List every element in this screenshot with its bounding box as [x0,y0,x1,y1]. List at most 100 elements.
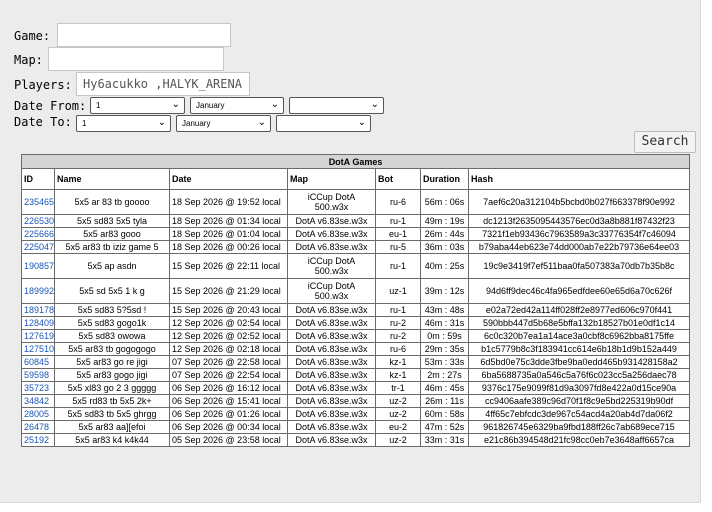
date-from-year-select[interactable]: ⌄ [289,97,384,114]
game-map-cell: DotA v6.83se.w3x [287,303,376,317]
game-duration-cell: 0m : 59s [420,329,469,343]
game-date-cell: 12 Sep 2026 @ 02:52 local [169,329,288,343]
game-date-cell: 18 Sep 2026 @ 00:26 local [169,240,288,254]
game-id-link[interactable]: 127510 [21,342,55,356]
game-name-cell: 5x5 ar83 k4 k4k44 [54,433,170,447]
table-row: 26478 5x5 ar83 aa][efoi 06 Sep 2026 @ 00:3… [21,420,691,434]
game-map-cell: DotA v6.83se.w3x [287,316,376,330]
game-id-link[interactable]: 60845 [21,355,55,369]
game-date-cell: 18 Sep 2026 @ 19:52 local [169,189,288,215]
game-label: Game: [14,29,51,43]
game-map-cell: DotA v6.83se.w3x [287,368,376,382]
game-map-cell: DotA v6.83se.w3x [287,433,376,447]
game-bot-cell: ru-1 [375,214,421,228]
game-name-cell: 5x5 ar83 go re jigi [54,355,170,369]
game-date-cell: 18 Sep 2026 @ 01:04 local [169,227,288,241]
game-date-cell: 06 Sep 2026 @ 00:34 local [169,420,288,434]
game-id-link[interactable]: 127619 [21,329,55,343]
game-id-link[interactable]: 190857 [21,253,55,279]
game-name-cell: 5x5 xl83 go 2 3 ggggg [54,381,170,395]
game-map-cell: iCCup DotA 500.w3x [287,253,376,279]
game-bot-cell: ru-2 [375,316,421,330]
date-to-day-select[interactable]: 1 ⌄ [76,115,171,132]
game-hash-cell: 6c0c320b7ea1a14ace3a0cbf8c6962bba8175ffe [467,329,691,343]
game-hash-cell: 19c9e3419f7ef511baa0fa507383a70db7b35b8c [467,253,691,279]
game-id-link[interactable]: 128409 [21,316,55,330]
players-input[interactable]: Hy6acukko ,HALYK_ARENA [76,72,250,96]
game-hash-cell: 6ba5688735a0a546c5a76f6c023cc5a256daec78 [467,368,691,382]
game-hash-cell: 590bbb447d5b68e5bffa132b18527b01e0df1c14 [467,316,691,330]
game-id-link[interactable]: 28005 [21,407,55,421]
game-duration-cell: 26m : 11s [420,394,469,408]
game-duration-cell: 39m : 12s [420,278,469,304]
game-duration-cell: 29m : 35s [420,342,469,356]
game-bot-cell: eu-2 [375,420,421,434]
game-hash-cell: b1c5779b8c3f183941cc614e6b18b1d9b152a449 [467,342,691,356]
date-from-label: Date From: [14,99,87,113]
game-date-cell: 12 Sep 2026 @ 02:18 local [169,342,288,356]
date-from-day-select[interactable]: 1 ⌄ [90,97,185,114]
game-hash-cell: cc9406aafe389c96d70f1f8c9e5bd225319b90df [467,394,691,408]
search-button[interactable]: Search [634,131,696,153]
table-row: 34842 5x5 rd83 tb 5x5 2k+ 06 Sep 2026 @ 15… [21,394,691,408]
game-id-link[interactable]: 34842 [21,394,55,408]
game-map-cell: DotA v6.83se.w3x [287,227,376,241]
date-to-month-select[interactable]: January ⌄ [176,115,271,132]
game-name-cell: 5x5 ap asdn [54,253,170,279]
game-date-cell: 06 Sep 2026 @ 01:26 local [169,407,288,421]
table-row: 190857 5x5 ap asdn 15 Sep 2026 @ 22:11 loc… [21,253,691,279]
chevron-down-icon: ⌄ [270,99,279,110]
column-header-date: Date [169,168,288,190]
column-header-hash: Hash [467,168,691,190]
game-name-cell: 5x5 sd83 gogo1k [54,316,170,330]
game-bot-cell: uz-2 [375,407,421,421]
game-date-cell: 07 Sep 2026 @ 22:54 local [169,368,288,382]
chevron-down-icon: ⌄ [171,99,180,110]
map-label: Map: [14,53,43,67]
table-caption: DotA Games [20,154,691,169]
table-row: 59598 5x5 ar83 gogo jigi 07 Sep 2026 @ 22:… [21,368,691,382]
game-name-cell: 5x5 ar83 gooo [54,227,170,241]
game-id-link[interactable]: 59598 [21,368,55,382]
game-date-cell: 18 Sep 2026 @ 01:34 local [169,214,288,228]
table-row: 235465 5x5 ar 83 tb goooo 18 Sep 2026 @ 19… [21,189,691,215]
game-duration-cell: 46m : 45s [420,381,469,395]
game-id-link[interactable]: 225047 [21,240,55,254]
game-bot-cell: uz-2 [375,394,421,408]
game-date-cell: 05 Sep 2026 @ 23:58 local [169,433,288,447]
game-map-cell: DotA v6.83se.w3x [287,381,376,395]
game-hash-cell: e02a72ed42a114ff028ff2e8977ed606c970f441 [467,303,691,317]
game-duration-cell: 56m : 06s [420,189,469,215]
game-id-link[interactable]: 35723 [21,381,55,395]
column-header-name: Name [54,168,170,190]
game-map-cell: DotA v6.83se.w3x [287,407,376,421]
game-bot-cell: tr-1 [375,381,421,395]
game-hash-cell: 4ff65c7ebfcdc3de967c54acd4a20ab4d7da06f2 [467,407,691,421]
game-name-cell: 5x5 ar83 gogo jigi [54,368,170,382]
game-name-cell: 5x5 ar83 tb gogogogo [54,342,170,356]
game-map-cell: DotA v6.83se.w3x [287,214,376,228]
game-input[interactable] [57,23,231,47]
game-id-link[interactable]: 26478 [21,420,55,434]
date-to-year-select[interactable]: ⌄ [276,115,371,132]
game-map-cell: DotA v6.83se.w3x [287,240,376,254]
game-map-cell: DotA v6.83se.w3x [287,355,376,369]
table-row: 25192 5x5 ar83 k4 k4k44 05 Sep 2026 @ 23:5… [21,433,691,447]
game-hash-cell: 6d5bd0e75c3dde3fbe9ba0edd465b931428158a2 [467,355,691,369]
map-input[interactable] [48,47,224,71]
game-id-link[interactable]: 189992 [21,278,55,304]
date-to-month-value: January [182,119,211,128]
game-bot-cell: ru-1 [375,303,421,317]
game-id-link[interactable]: 235465 [21,189,55,215]
game-id-link[interactable]: 189178 [21,303,55,317]
game-id-link[interactable]: 25192 [21,433,55,447]
game-duration-cell: 2m : 27s [420,368,469,382]
game-bot-cell: uz-2 [375,433,421,447]
game-bot-cell: ru-6 [375,189,421,215]
game-name-cell: 5x5 ar 83 tb goooo [54,189,170,215]
game-hash-cell: 94d6ff9dec46c4fa965edfdee60e65d6a70c626f [467,278,691,304]
chevron-down-icon: ⌄ [157,117,166,128]
game-id-link[interactable]: 226530 [21,214,55,228]
game-id-link[interactable]: 225666 [21,227,55,241]
date-from-month-select[interactable]: January ⌄ [190,97,284,114]
